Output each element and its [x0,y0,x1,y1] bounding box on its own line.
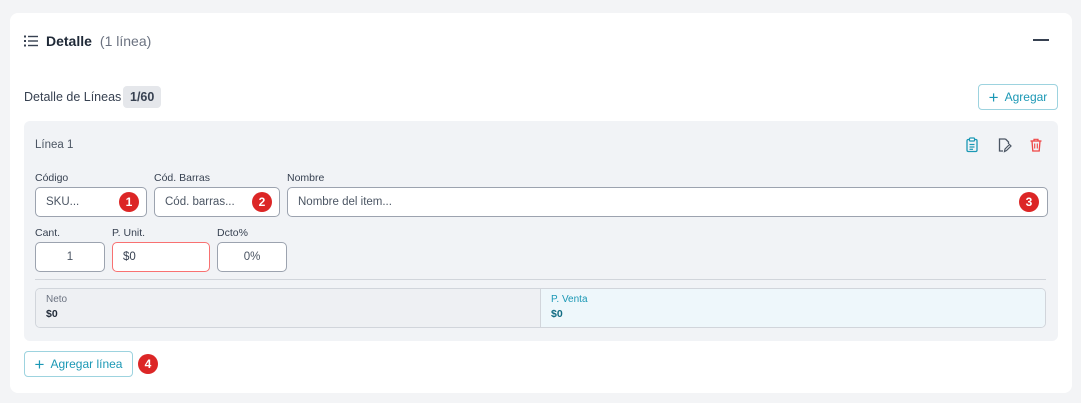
add-line-label: Agregar línea [50,357,123,371]
p-venta-cell: P. Venta $0 [540,289,1045,327]
lines-count-badge: 1/60 [123,86,162,108]
section-title: Detalle [46,33,92,49]
trash-icon[interactable] [1028,137,1044,153]
detail-card: Detalle (1 línea) Detalle de Líneas 1/60… [10,13,1072,393]
edit-document-icon[interactable] [996,137,1012,153]
marker-2: 2 [252,192,272,212]
section-line-count: (1 línea) [99,33,152,49]
line-item: Línea 1 Código SKU... 1 Cód. Barras Cód.… [24,121,1058,341]
cod-barras-label: Cód. Barras [154,172,211,184]
plus-icon: + [988,87,999,107]
neto-value: $0 [46,308,58,320]
list-icon [24,35,38,47]
lines-label: Detalle de Líneas [24,90,122,104]
codigo-label: Código [35,172,69,184]
marker-1: 1 [119,192,139,212]
cant-input[interactable]: 1 [35,242,105,272]
neto-cell: Neto $0 [36,289,540,327]
cant-label: Cant. [35,227,61,239]
add-button[interactable]: + Agregar [978,84,1058,110]
p-venta-label: P. Venta [551,294,588,305]
divider [35,279,1046,280]
p-unit-input[interactable]: $0 [112,242,210,272]
dcto-label: Dcto% [217,227,248,239]
marker-3: 3 [1019,192,1039,212]
nombre-label: Nombre [287,172,325,184]
p-unit-label: P. Unit. [112,227,146,239]
minus-icon [1033,39,1049,41]
add-button-label: Agregar [1004,90,1048,104]
add-line-button[interactable]: + Agregar línea [24,351,133,377]
dcto-input[interactable]: 0% [217,242,287,272]
plus-icon: + [34,354,45,374]
line-title: Línea 1 [35,139,74,151]
marker-4: 4 [138,354,158,374]
section-header: Detalle (1 línea) [24,33,151,49]
nombre-input[interactable]: Nombre del item... [287,187,1048,217]
neto-label: Neto [46,294,68,305]
clipboard-icon[interactable] [964,137,980,153]
line-totals: Neto $0 P. Venta $0 [35,288,1046,328]
p-venta-value: $0 [551,308,563,320]
